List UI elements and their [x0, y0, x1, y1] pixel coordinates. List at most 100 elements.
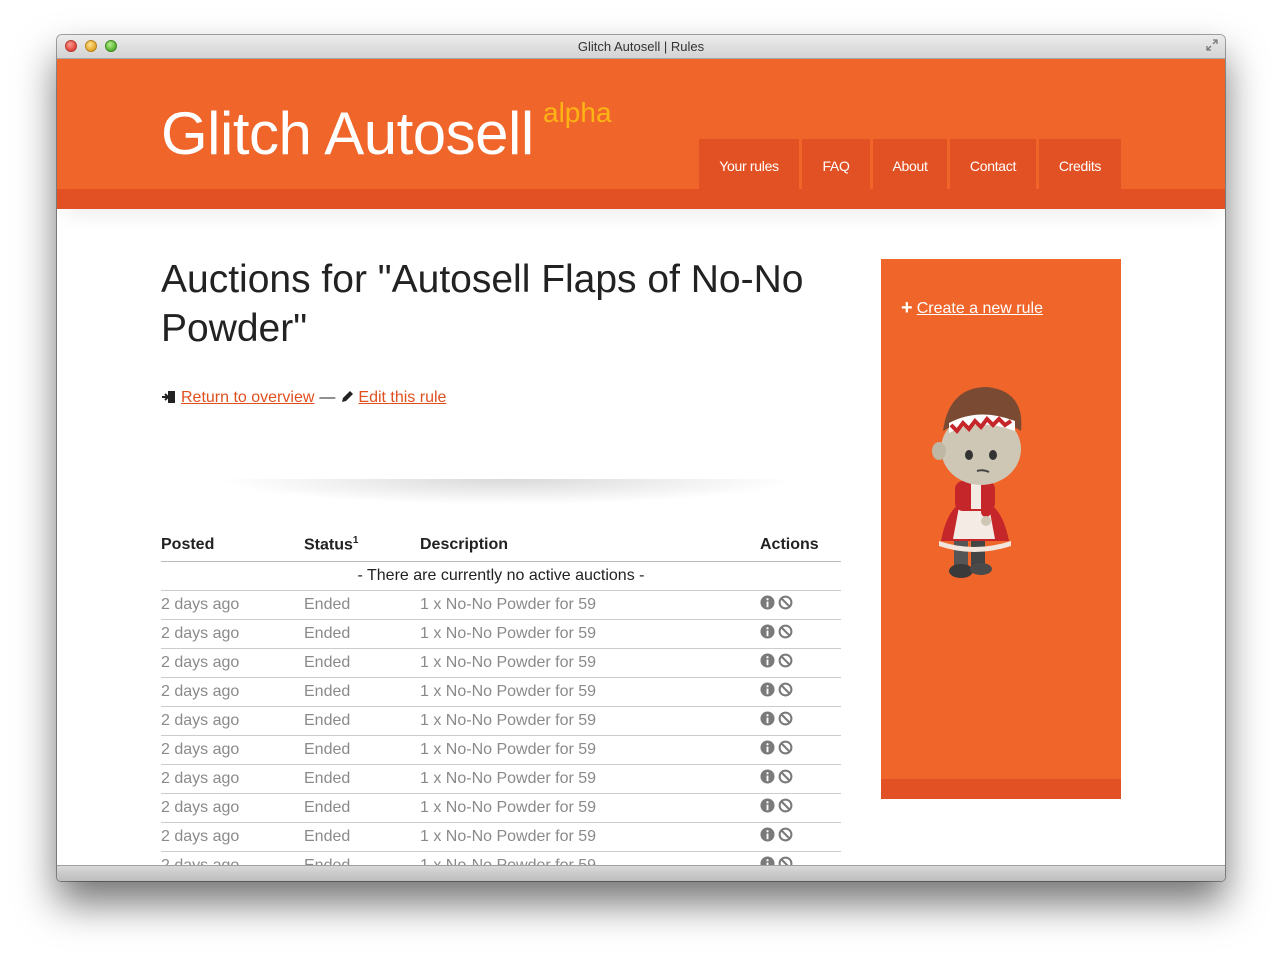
nav-credits[interactable]: Credits [1039, 139, 1121, 189]
cell-posted: 2 days ago [161, 619, 304, 649]
column-header-status: Status1 [304, 529, 420, 562]
cell-posted: 2 days ago [161, 793, 304, 823]
edit-rule-link[interactable]: Edit this rule [358, 389, 446, 406]
cancel-icon[interactable] [778, 798, 793, 818]
create-new-rule-label: Create a new rule [916, 300, 1043, 317]
cell-status: Ended [304, 793, 420, 823]
cell-actions [760, 677, 841, 707]
info-icon[interactable] [760, 740, 775, 760]
info-icon[interactable] [760, 595, 775, 615]
site-logo-title[interactable]: Glitch Autosell [161, 99, 534, 169]
cell-actions [760, 851, 841, 866]
cell-posted: 2 days ago [161, 764, 304, 794]
status-header-label: Status [304, 536, 353, 554]
auctions-table: Posted Status1 Description Actions - The… [161, 529, 841, 866]
cell-description: 1 x No-No Powder for 59 [420, 851, 760, 866]
cell-description: 1 x No-No Powder for 59 [420, 793, 760, 823]
table-row: 2 days ago Ended 1 x No-No Powder for 59 [161, 764, 841, 794]
cell-description: 1 x No-No Powder for 59 [420, 590, 760, 620]
cell-description: 1 x No-No Powder for 59 [420, 706, 760, 736]
table-row: 2 days ago Ended 1 x No-No Powder for 59 [161, 677, 841, 707]
cell-actions [760, 764, 841, 794]
column-header-posted: Posted [161, 529, 304, 562]
cancel-icon[interactable] [778, 595, 793, 615]
pencil-icon [340, 390, 354, 409]
cancel-icon[interactable] [778, 711, 793, 731]
info-icon[interactable] [760, 769, 775, 789]
section-divider [167, 479, 847, 509]
glitch-character-avatar [919, 369, 1029, 584]
empty-auctions-message: - There are currently no active auctions… [161, 561, 841, 591]
header-bottom-band [57, 189, 1225, 209]
window-status-bar [57, 865, 1225, 881]
return-to-overview-link[interactable]: Return to overview [181, 389, 314, 406]
cell-status: Ended [304, 822, 420, 852]
empty-active-row: - There are currently no active auctions… [161, 561, 841, 591]
cell-actions [760, 648, 841, 678]
table-row: 2 days ago Ended 1 x No-No Powder for 59 [161, 735, 841, 765]
table-row: 2 days ago Ended 1 x No-No Powder for 59 [161, 590, 841, 620]
cell-description: 1 x No-No Powder for 59 [420, 677, 760, 707]
exit-door-icon [161, 390, 177, 409]
info-icon[interactable] [760, 624, 775, 644]
table-row: 2 days ago Ended 1 x No-No Powder for 59 [161, 822, 841, 852]
cell-status: Ended [304, 648, 420, 678]
cancel-icon[interactable] [778, 682, 793, 702]
cell-actions [760, 735, 841, 765]
cell-actions [760, 706, 841, 736]
cell-status: Ended [304, 706, 420, 736]
column-header-actions: Actions [760, 529, 841, 562]
info-icon[interactable] [760, 653, 775, 673]
nav-contact[interactable]: Contact [950, 139, 1036, 189]
title-bar: Glitch Autosell | Rules [57, 35, 1225, 59]
nav-your-rules[interactable]: Your rules [699, 139, 799, 189]
info-icon[interactable] [760, 827, 775, 847]
cell-description: 1 x No-No Powder for 59 [420, 822, 760, 852]
info-icon[interactable] [760, 798, 775, 818]
cell-actions [760, 619, 841, 649]
nav-about[interactable]: About [873, 139, 947, 189]
cancel-icon[interactable] [778, 653, 793, 673]
rule-actions-links: Return to overview — Edit this rule [161, 389, 446, 409]
cell-description: 1 x No-No Powder for 59 [420, 764, 760, 794]
info-icon[interactable] [760, 711, 775, 731]
table-row: 2 days ago Ended 1 x No-No Powder for 59 [161, 851, 841, 866]
cell-posted: 2 days ago [161, 590, 304, 620]
page-title: Auctions for "Autosell Flaps of No-No Po… [161, 258, 804, 350]
cell-actions [760, 590, 841, 620]
site-title-alpha-badge: alpha [543, 97, 612, 128]
cell-posted: 2 days ago [161, 706, 304, 736]
info-icon[interactable] [760, 682, 775, 702]
cell-status: Ended [304, 677, 420, 707]
cell-actions [760, 822, 841, 852]
window-title: Glitch Autosell | Rules [577, 39, 705, 54]
cell-actions [760, 793, 841, 823]
column-header-description: Description [420, 529, 760, 562]
cell-description: 1 x No-No Powder for 59 [420, 735, 760, 765]
fullscreen-icon[interactable] [1205, 39, 1219, 53]
cancel-icon[interactable] [778, 624, 793, 644]
cancel-icon[interactable] [778, 769, 793, 789]
browser-window: Glitch Autosell | Rules Glitch Autosell … [57, 35, 1225, 881]
create-new-rule-link[interactable]: + Create a new rule [901, 297, 1043, 320]
table-header-row: Posted Status1 Description Actions [161, 529, 841, 562]
cell-description: 1 x No-No Powder for 59 [420, 648, 760, 678]
table-row: 2 days ago Ended 1 x No-No Powder for 59 [161, 793, 841, 823]
page-viewport[interactable]: Glitch Autosell alpha Your rules FAQ Abo… [57, 59, 1225, 866]
cell-status: Ended [304, 764, 420, 794]
link-separator: — [319, 389, 336, 406]
cell-posted: 2 days ago [161, 648, 304, 678]
cell-posted: 2 days ago [161, 735, 304, 765]
cell-status: Ended [304, 735, 420, 765]
cell-description: 1 x No-No Powder for 59 [420, 619, 760, 649]
plus-icon: + [901, 297, 913, 319]
cell-posted: 2 days ago [161, 677, 304, 707]
sidebar-bottom-band [881, 779, 1121, 799]
cancel-icon[interactable] [778, 827, 793, 847]
site-header: Glitch Autosell alpha Your rules FAQ Abo… [57, 59, 1225, 189]
cell-status: Ended [304, 590, 420, 620]
cancel-icon[interactable] [778, 740, 793, 760]
nav-faq[interactable]: FAQ [802, 139, 870, 189]
status-footnote-marker[interactable]: 1 [353, 535, 359, 546]
sidebar-panel: + Create a new rule [881, 259, 1121, 799]
